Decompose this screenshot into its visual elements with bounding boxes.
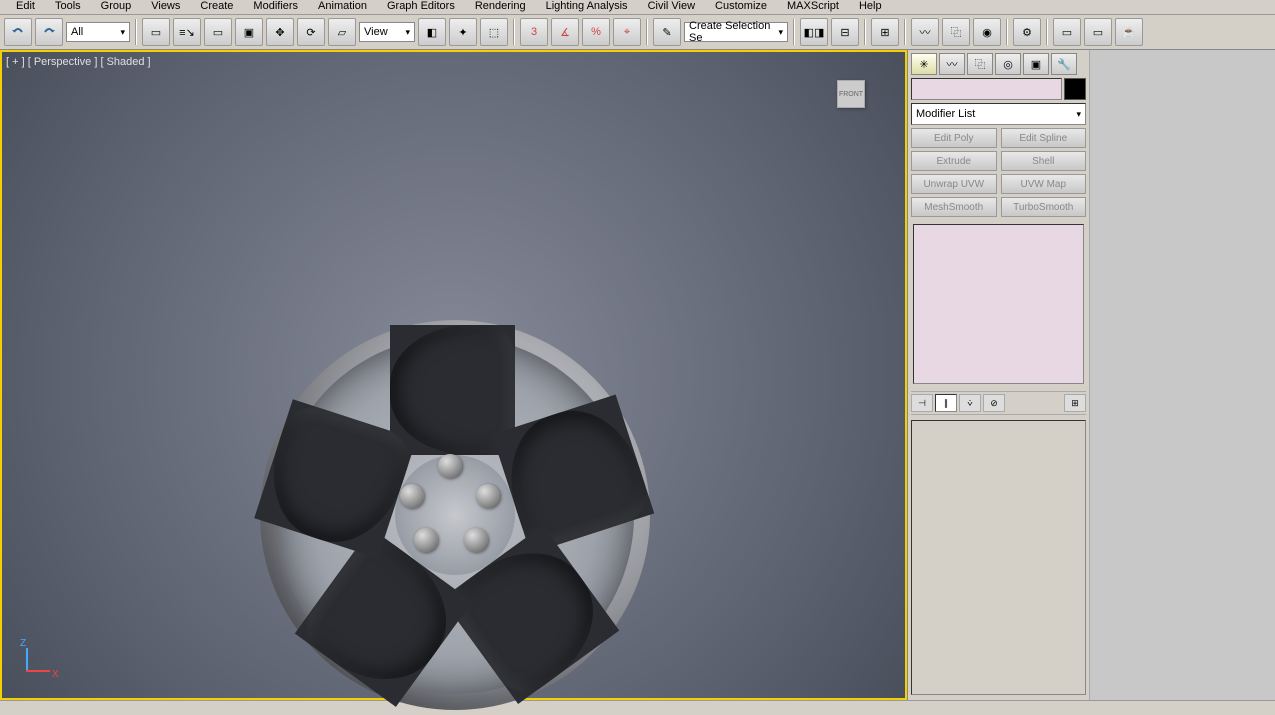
material-editor-icon[interactable]: ◉	[973, 18, 1001, 46]
menu-bar: Edit Tools Group Views Create Modifiers …	[0, 0, 1275, 15]
modifier-list-dropdown[interactable]: Modifier List	[911, 103, 1086, 125]
layer-manager-icon[interactable]: ⊞	[871, 18, 899, 46]
schematic-view-icon[interactable]: ⿻	[942, 18, 970, 46]
axis-gizmo: Z X	[26, 642, 62, 678]
select-manipulate-icon[interactable]: ✦	[449, 18, 477, 46]
configure-sets-icon[interactable]: ⊞	[1064, 394, 1086, 412]
spinner-snap-icon[interactable]: ⌖	[613, 18, 641, 46]
menu-rendering[interactable]: Rendering	[465, 0, 536, 14]
quickmod-extrude[interactable]: Extrude	[911, 151, 997, 171]
reference-coord-dropdown[interactable]: View	[359, 22, 415, 42]
quickmod-shell[interactable]: Shell	[1001, 151, 1087, 171]
menu-edit[interactable]: Edit	[6, 0, 45, 14]
wheel-object[interactable]	[260, 320, 650, 710]
modifier-stack-tools: ⊣ ∥ ⩒ ⊘ ⊞	[911, 391, 1086, 415]
viewcube[interactable]: FRONT	[837, 80, 865, 108]
menu-civil-view[interactable]: Civil View	[638, 0, 705, 14]
rollout-area[interactable]	[911, 420, 1086, 695]
object-name-input[interactable]	[911, 78, 1062, 100]
select-object-icon[interactable]: ▭	[142, 18, 170, 46]
keyboard-shortcut-icon[interactable]: ⬚	[480, 18, 508, 46]
remove-modifier-icon[interactable]: ⊘	[983, 394, 1005, 412]
modifier-stack[interactable]	[913, 224, 1084, 384]
command-panel: ✳ 〰 ⿻ ◎ ▣ 🔧 Modifier List Edit Poly Edit…	[907, 50, 1089, 700]
menu-animation[interactable]: Animation	[308, 0, 377, 14]
object-color-swatch[interactable]	[1064, 78, 1086, 100]
viewport-container: [ + ] [ Perspective ] [ Shaded ] FRONT Z…	[0, 50, 907, 700]
pin-stack-icon[interactable]: ⊣	[911, 394, 933, 412]
modify-tab[interactable]: 〰	[939, 53, 965, 75]
menu-graph-editors[interactable]: Graph Editors	[377, 0, 465, 14]
select-scale-icon[interactable]: ▱	[328, 18, 356, 46]
redo-icon[interactable]	[35, 18, 63, 46]
menu-create[interactable]: Create	[190, 0, 243, 14]
command-panel-tabs: ✳ 〰 ⿻ ◎ ▣ 🔧	[911, 53, 1086, 75]
perspective-viewport[interactable]: [ + ] [ Perspective ] [ Shaded ] FRONT Z…	[0, 50, 907, 700]
undo-icon[interactable]	[4, 18, 32, 46]
selection-filter-dropdown[interactable]: All	[66, 22, 130, 42]
main-toolbar: All ▭ ≡↘ ▭ ▣ ✥ ⟳ ▱ View ◧ ✦ ⬚ 3 ∡ % ⌖ ✎ …	[0, 15, 1275, 50]
menu-tools[interactable]: Tools	[45, 0, 91, 14]
quickmod-meshsmooth[interactable]: MeshSmooth	[911, 197, 997, 217]
quickmod-uvw-map[interactable]: UVW Map	[1001, 174, 1087, 194]
show-end-result-icon[interactable]: ∥	[935, 394, 957, 412]
hierarchy-tab[interactable]: ⿻	[967, 53, 993, 75]
percent-snap-icon[interactable]: %	[582, 18, 610, 46]
window-crossing-icon[interactable]: ▣	[235, 18, 263, 46]
make-unique-icon[interactable]: ⩒	[959, 394, 981, 412]
select-by-name-icon[interactable]: ≡↘	[173, 18, 201, 46]
mirror-icon[interactable]: ◧◨	[800, 18, 828, 46]
select-move-icon[interactable]: ✥	[266, 18, 294, 46]
menu-views[interactable]: Views	[141, 0, 190, 14]
selection-region-icon[interactable]: ▭	[204, 18, 232, 46]
select-rotate-icon[interactable]: ⟳	[297, 18, 325, 46]
menu-customize[interactable]: Customize	[705, 0, 777, 14]
render-production-icon[interactable]: ▭	[1084, 18, 1112, 46]
menu-help[interactable]: Help	[849, 0, 892, 14]
curve-editor-icon[interactable]: 〰	[911, 18, 939, 46]
align-icon[interactable]: ⊟	[831, 18, 859, 46]
quickmod-edit-poly[interactable]: Edit Poly	[911, 128, 997, 148]
edit-selection-set-icon[interactable]: ✎	[653, 18, 681, 46]
menu-group[interactable]: Group	[91, 0, 142, 14]
menu-maxscript[interactable]: MAXScript	[777, 0, 849, 14]
motion-tab[interactable]: ◎	[995, 53, 1021, 75]
utilities-tab[interactable]: 🔧	[1051, 53, 1077, 75]
quickmod-turbosmooth[interactable]: TurboSmooth	[1001, 197, 1087, 217]
use-pivot-icon[interactable]: ◧	[418, 18, 446, 46]
menu-lighting-analysis[interactable]: Lighting Analysis	[536, 0, 638, 14]
display-tab[interactable]: ▣	[1023, 53, 1049, 75]
angle-snap-icon[interactable]: ∡	[551, 18, 579, 46]
create-tab[interactable]: ✳	[911, 53, 937, 75]
render-frame-icon[interactable]: ▭	[1053, 18, 1081, 46]
viewport-label[interactable]: [ + ] [ Perspective ] [ Shaded ]	[6, 56, 151, 68]
menu-modifiers[interactable]: Modifiers	[243, 0, 308, 14]
right-empty-pane	[1089, 50, 1275, 700]
render-icon[interactable]: ☕	[1115, 18, 1143, 46]
status-bar	[0, 700, 1275, 715]
quickmod-edit-spline[interactable]: Edit Spline	[1001, 128, 1087, 148]
render-setup-icon[interactable]: ⚙	[1013, 18, 1041, 46]
named-selection-set-dropdown[interactable]: Create Selection Se	[684, 22, 788, 42]
snap-toggle-icon[interactable]: 3	[520, 18, 548, 46]
quickmod-unwrap-uvw[interactable]: Unwrap UVW	[911, 174, 997, 194]
